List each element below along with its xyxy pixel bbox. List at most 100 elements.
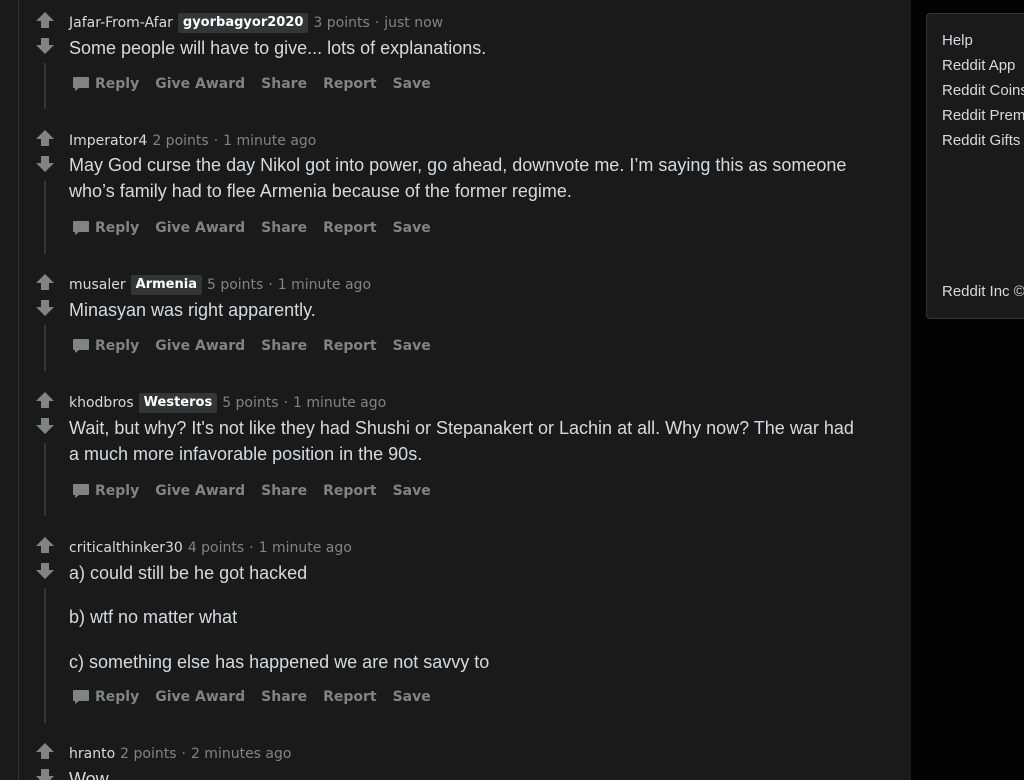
comment-points: 5 points xyxy=(222,395,279,411)
comment-points: 4 points xyxy=(187,540,245,556)
save-button[interactable]: Save xyxy=(393,76,431,92)
upvote-arrow-icon[interactable] xyxy=(35,536,55,554)
give-award-button[interactable]: Give Award xyxy=(155,689,245,705)
reply-label: Reply xyxy=(95,338,140,354)
comment-body: a) could still be he got hacked b) wtf n… xyxy=(69,560,869,675)
downvote-arrow-icon[interactable] xyxy=(35,768,55,780)
thread-line[interactable] xyxy=(44,63,46,109)
comment-author[interactable]: musaler xyxy=(69,275,126,295)
sidebar-link-reddit-premium[interactable]: Reddit Premium xyxy=(942,106,1024,126)
reply-label: Reply xyxy=(95,689,140,705)
comment-body: Minasyan was right apparently. xyxy=(69,297,869,323)
comment-text: c) something else has happened we are no… xyxy=(69,652,490,672)
comment-bubble-icon xyxy=(73,77,89,91)
comment-points: 2 points xyxy=(120,746,177,762)
share-button[interactable]: Share xyxy=(261,338,307,354)
comment-text: Wait, but why? It's not like they had Sh… xyxy=(69,418,854,464)
comment-author[interactable]: criticalthinker30 xyxy=(69,538,183,558)
comment-author[interactable]: Jafar-From-Afar xyxy=(69,13,173,33)
sidebar-link-reddit-app[interactable]: Reddit App xyxy=(942,56,1015,76)
thread-line[interactable] xyxy=(44,588,46,723)
share-button[interactable]: Share xyxy=(261,483,307,499)
comment-meta: khodbros Westeros 5 points · 1 minute ag… xyxy=(69,393,386,413)
meta-separator: · xyxy=(268,277,273,293)
sidebar-link-help[interactable]: Help xyxy=(942,31,973,51)
save-button[interactable]: Save xyxy=(393,483,431,499)
reply-label: Reply xyxy=(95,220,140,236)
comment-timestamp[interactable]: 1 minute ago xyxy=(259,538,352,558)
comment-actions: Reply Give Award Share Report Save xyxy=(72,334,447,358)
comment-body: May God curse the day Nikol got into pow… xyxy=(69,152,849,204)
report-button[interactable]: Report xyxy=(323,220,377,236)
meta-separator: · xyxy=(374,15,380,31)
upvote-arrow-icon[interactable] xyxy=(35,742,55,760)
user-flair: gyorbagyor2020 xyxy=(177,13,309,33)
save-button[interactable]: Save xyxy=(393,220,431,236)
share-button[interactable]: Share xyxy=(261,689,307,705)
comment-timestamp[interactable]: 2 minutes ago xyxy=(191,744,292,764)
comment-timestamp[interactable]: 1 minute ago xyxy=(293,393,386,413)
comment-timestamp[interactable]: 1 minute ago xyxy=(278,275,371,295)
comment: Jafar-From-Afar gyorbagyor2020 3 points … xyxy=(0,11,911,121)
downvote-arrow-icon[interactable] xyxy=(35,299,55,317)
comment: criticalthinker30 4 points · 1 minute ag… xyxy=(0,536,911,731)
copyright-text: Reddit Inc © 2020 xyxy=(942,283,1024,300)
downvote-arrow-icon[interactable] xyxy=(35,417,55,435)
page: Jafar-From-Afar gyorbagyor2020 3 points … xyxy=(0,0,1024,780)
give-award-button[interactable]: Give Award xyxy=(155,220,245,236)
user-flair: Westeros xyxy=(138,393,218,413)
comment-actions: Reply Give Award Share Report Save xyxy=(72,685,447,709)
reply-button[interactable]: Reply xyxy=(72,338,139,354)
thread-line[interactable] xyxy=(44,181,46,254)
meta-separator: · xyxy=(181,746,186,762)
reply-button[interactable]: Reply xyxy=(72,689,139,705)
comment-author[interactable]: Imperator4 xyxy=(69,131,147,151)
reply-label: Reply xyxy=(95,483,140,499)
comment-body: Wait, but why? It's not like they had Sh… xyxy=(69,415,859,467)
thread-line[interactable] xyxy=(44,325,46,371)
downvote-arrow-icon[interactable] xyxy=(35,155,55,173)
downvote-arrow-icon[interactable] xyxy=(35,562,55,580)
reply-button[interactable]: Reply xyxy=(72,483,139,499)
comment-meta: Imperator4 2 points · 1 minute ago xyxy=(69,131,316,151)
comment-text: Some people will have to give... lots of… xyxy=(69,38,487,58)
upvote-arrow-icon[interactable] xyxy=(35,273,55,291)
give-award-button[interactable]: Give Award xyxy=(155,76,245,92)
comment-actions: Reply Give Award Share Report Save xyxy=(72,479,447,503)
sidebar-link-reddit-coins[interactable]: Reddit Coins xyxy=(942,81,1024,101)
sidebar-link-reddit-gifts[interactable]: Reddit Gifts xyxy=(942,131,1020,151)
comment-actions: Reply Give Award Share Report Save xyxy=(72,216,447,240)
comment-text: b) wtf no matter what xyxy=(69,607,238,627)
comment-meta: Jafar-From-Afar gyorbagyor2020 3 points … xyxy=(69,13,443,33)
comment-timestamp[interactable]: just now xyxy=(384,13,443,33)
upvote-arrow-icon[interactable] xyxy=(35,129,55,147)
share-button[interactable]: Share xyxy=(261,76,307,92)
reply-button[interactable]: Reply xyxy=(72,220,139,236)
comment-author[interactable]: hranto xyxy=(69,744,115,764)
comment: khodbros Westeros 5 points · 1 minute ag… xyxy=(0,391,911,526)
comment-bubble-icon xyxy=(73,690,89,704)
comment-text: May God curse the day Nikol got into pow… xyxy=(69,155,847,201)
downvote-arrow-icon[interactable] xyxy=(35,37,55,55)
comment-bubble-icon xyxy=(73,339,89,353)
comment-author[interactable]: khodbros xyxy=(69,393,134,413)
comment-timestamp[interactable]: 1 minute ago xyxy=(223,131,316,151)
give-award-button[interactable]: Give Award xyxy=(155,483,245,499)
meta-separator: · xyxy=(213,133,219,149)
comment: Imperator4 2 points · 1 minute ago May G… xyxy=(0,129,911,264)
save-button[interactable]: Save xyxy=(393,689,431,705)
report-button[interactable]: Report xyxy=(323,689,377,705)
comment-body: Wow xyxy=(69,766,869,780)
comment: hranto 2 points · 2 minutes ago Wow xyxy=(0,742,911,780)
reply-button[interactable]: Reply xyxy=(72,76,139,92)
report-button[interactable]: Report xyxy=(323,483,377,499)
give-award-button[interactable]: Give Award xyxy=(155,338,245,354)
report-button[interactable]: Report xyxy=(323,338,377,354)
upvote-arrow-icon[interactable] xyxy=(35,391,55,409)
upvote-arrow-icon[interactable] xyxy=(35,11,55,29)
thread-line[interactable] xyxy=(44,443,46,516)
comment-meta: musaler Armenia 5 points · 1 minute ago xyxy=(69,275,371,295)
save-button[interactable]: Save xyxy=(393,338,431,354)
share-button[interactable]: Share xyxy=(261,220,307,236)
report-button[interactable]: Report xyxy=(323,76,377,92)
